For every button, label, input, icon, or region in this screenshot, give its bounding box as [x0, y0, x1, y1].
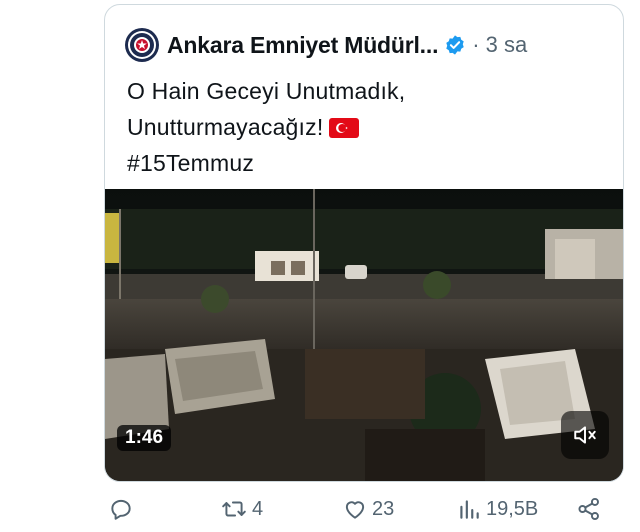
retweet-icon — [222, 501, 246, 517]
video-player[interactable]: 1:46 — [105, 189, 623, 481]
tweet-text-line1: O Hain Geceyi Unutmadık, — [127, 78, 406, 104]
views-button[interactable]: 19,5B — [456, 496, 538, 522]
retweet-count: 4 — [252, 497, 264, 520]
police-emblem-icon — [128, 31, 156, 59]
reply-button[interactable] — [108, 496, 138, 522]
share-icon — [578, 497, 599, 521]
heart-icon — [345, 501, 365, 519]
video-duration: 1:46 — [117, 425, 172, 451]
tweet-text-line2: Unutturmayacağız! — [127, 109, 607, 145]
turkey-flag-icon — [329, 118, 360, 138]
like-button[interactable]: 23 — [342, 496, 394, 522]
tweet-header: Ankara Emniyet Müdürl... · 3 sa — [125, 25, 615, 65]
tweet-card[interactable]: Ankara Emniyet Müdürl... · 3 sa O Hain G… — [104, 4, 624, 482]
hashtag-link[interactable]: #15Temmuz — [127, 145, 607, 181]
like-count: 23 — [372, 497, 395, 520]
retweet-button[interactable]: 4 — [220, 496, 263, 522]
share-button[interactable] — [576, 496, 602, 522]
reply-icon — [111, 499, 131, 520]
timestamp-separator: · — [472, 32, 480, 57]
views-count: 19,5B — [486, 497, 539, 520]
views-chart-icon — [460, 500, 479, 519]
verified-badge-icon — [446, 35, 464, 55]
display-name[interactable]: Ankara Emniyet Müdürl... — [167, 32, 438, 59]
video-frame — [105, 189, 623, 481]
tweet-actions: 4 23 19,5B — [104, 490, 624, 530]
timestamp[interactable]: 3 sa — [486, 32, 528, 58]
tweet-text: O Hain Geceyi Unutmadık, Unutturmayacağı… — [127, 73, 607, 181]
speaker-muted-icon — [574, 426, 596, 444]
avatar[interactable] — [125, 28, 159, 62]
tweet-text-line2-content: Unutturmayacağız! — [127, 114, 324, 140]
mute-button[interactable] — [561, 411, 609, 459]
